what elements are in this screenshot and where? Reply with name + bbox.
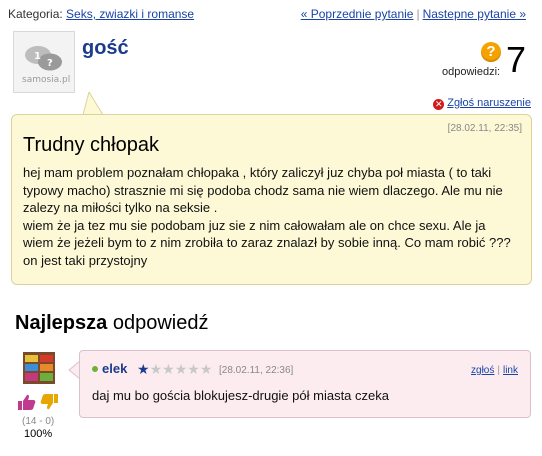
answer-date: [28.02.11, 22:36] — [219, 365, 294, 376]
star-empty-icon: ★ — [162, 361, 175, 377]
report-answer-link[interactable]: zgłoś — [471, 365, 494, 376]
report-abuse-link[interactable]: Zgłoś naruszenie — [447, 97, 531, 109]
question-mark-icon: ? — [481, 42, 501, 62]
category-link[interactable]: Seks, zwiazki i romanse — [66, 7, 194, 21]
question-paragraph: wiem że ja tez mu sie podobam juz sie z … — [23, 217, 511, 268]
vote-thumbs — [18, 394, 58, 410]
question-title: Trudny chłopak — [23, 134, 159, 156]
best-answer-heading: Najlepsza odpowiedź — [15, 312, 208, 335]
close-circle-icon: ✕ — [433, 99, 445, 110]
vote-counts: (14 - 0) — [22, 416, 55, 427]
rating-stars: ★★★★★★ — [137, 361, 212, 377]
star-empty-icon: ★ — [149, 361, 163, 377]
star-empty-icon: ★ — [187, 361, 200, 377]
question-date: [28.02.11, 22:35] — [447, 123, 522, 134]
report-abuse: ✕ Zgłoś naruszenie — [433, 97, 531, 110]
top-bar: Kategoria: Seks, zwiazki i romanse « Pop… — [8, 7, 526, 23]
answer-actions: zgłoś | link — [471, 365, 518, 376]
question-navigation: « Poprzednie pytanie | Nastepne pytanie » — [301, 7, 526, 21]
vote-percent: 100% — [24, 428, 53, 440]
svg-text:1: 1 — [34, 51, 41, 62]
actions-separator: | — [497, 365, 500, 376]
question-author[interactable]: gość — [82, 37, 129, 60]
category-label: Kategoria: — [8, 7, 63, 21]
avatar-logo-icon: 1 ? samosia.pl — [22, 46, 70, 85]
nav-separator: | — [416, 7, 420, 21]
star-filled-icon: ★ — [137, 361, 150, 377]
online-status-icon — [92, 366, 98, 372]
best-answer-box: elek ★★★★★★ [28.02.11, 22:36] zgłoś | link… — [79, 350, 531, 418]
best-answer-heading-bold: Najlepsza — [15, 312, 108, 334]
best-answer-heading-rest: odpowiedź — [107, 312, 209, 334]
avatar-logo-text: samosia.pl — [22, 75, 70, 85]
answerer-avatar[interactable] — [23, 352, 55, 384]
star-empty-icon: ★ — [174, 361, 188, 377]
thumbs-down-icon — [40, 394, 58, 410]
answers-count-label: odpowiedzi: — [442, 66, 501, 78]
answers-count: 7 — [506, 39, 527, 80]
question-box: [28.02.11, 22:35] Trudny chłopak hej mam… — [11, 114, 532, 285]
next-question-link[interactable]: Nastepne pytanie » — [423, 7, 526, 21]
answer-author[interactable]: elek — [102, 361, 127, 376]
star-empty-icon: ★ — [199, 361, 213, 377]
answer-link[interactable]: link — [503, 365, 518, 376]
thumbs-up-icon — [18, 394, 36, 410]
question-body: hej mam problem poznałam chłopaka , któr… — [23, 164, 518, 269]
question-paragraph: hej mam problem poznałam chłopaka , któr… — [23, 165, 503, 215]
svg-text:?: ? — [47, 58, 53, 69]
speech-tail-icon — [82, 92, 104, 116]
previous-question-link[interactable]: « Poprzednie pytanie — [301, 7, 414, 21]
author-avatar[interactable]: 1 ? samosia.pl — [13, 31, 75, 93]
answer-text: daj mu bo gościa blokujesz-drugie pół mi… — [92, 388, 389, 403]
